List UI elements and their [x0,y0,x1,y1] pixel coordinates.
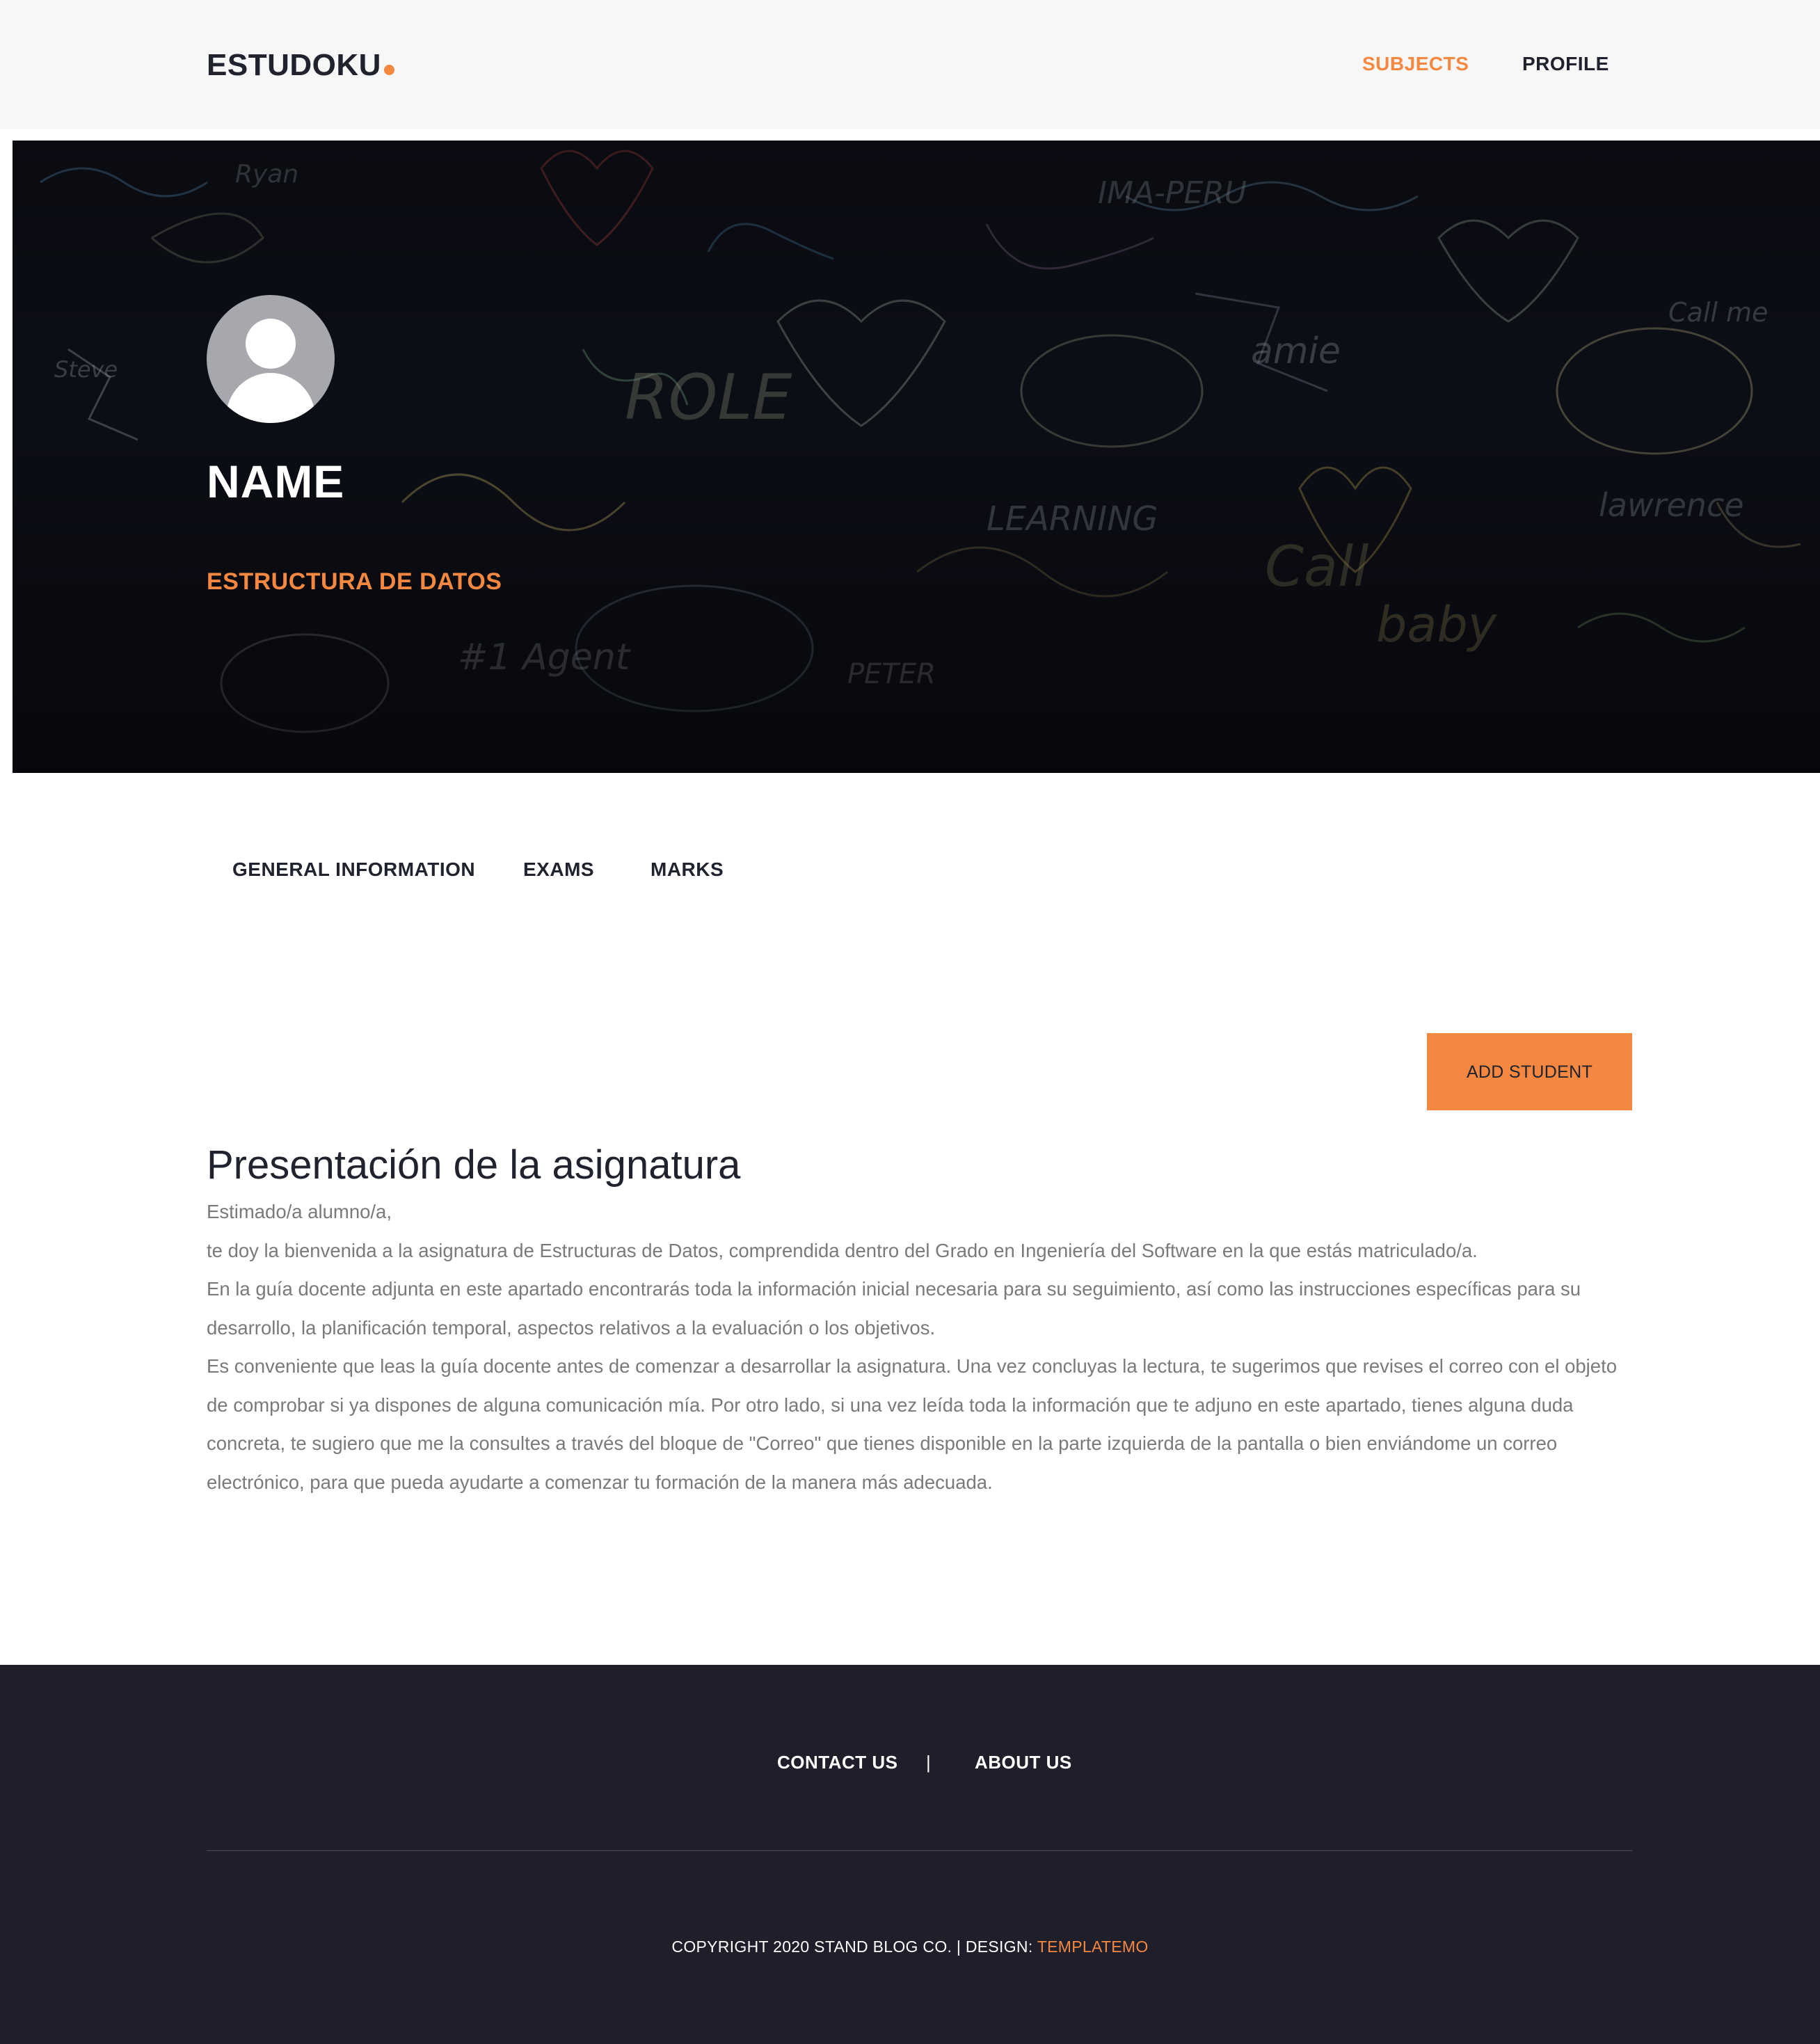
add-student-button[interactable]: ADD STUDENT [1427,1033,1632,1110]
subject-title: ESTRUCTURA DE DATOS [207,568,502,595]
site-footer: CONTACT US | ABOUT US COPYRIGHT 2020 STA… [0,1665,1820,2044]
site-logo[interactable]: ESTUDOKU [207,45,394,86]
footer-contact-link[interactable]: CONTACT US [777,1748,898,1776]
footer-divider [207,1850,1632,1851]
content-title: Presentación de la asignatura [207,1142,741,1188]
copyright-text: COPYRIGHT 2020 STAND BLOG CO. | DESIGN: … [0,1934,1820,1959]
content-paragraph-line: desarrollo, la planificación temporal, a… [207,1316,936,1339]
footer-links: CONTACT US | ABOUT US [0,1748,1820,1776]
tab-general-information[interactable]: GENERAL INFORMATION [232,856,475,884]
site-header: ESTUDOKU SUBJECTS PROFILE [0,0,1820,129]
content-paragraph-line: de comprobar si ya dispones de alguna co… [207,1394,1574,1416]
tab-exams[interactable]: EXAMS [523,856,594,884]
logo-dot [383,65,394,75]
content-paragraph-line: te doy la bienvenida a la asignatura de … [207,1239,1478,1261]
content-paragraph-line: concreta, te sugiero que me la consultes… [207,1432,1558,1454]
avatar-body [226,373,315,423]
nav-subjects-link[interactable]: SUBJECTS [1362,50,1469,78]
avatar-head [246,319,296,369]
student-name: NAME [207,456,345,507]
footer-separator: | [926,1752,932,1773]
copyright-label: COPYRIGHT 2020 STAND BLOG CO. | DESIGN: [671,1938,1037,1956]
content-paragraph-line: electrónico, para que pueda ayudarte a c… [207,1471,993,1493]
nav-profile-link[interactable]: PROFILE [1522,50,1609,78]
hero-banner: Ryan ROLE LEARNING IMA-PERU amie lawrenc… [13,141,1820,773]
templatemo-link[interactable]: TEMPLATEMO [1037,1938,1149,1956]
content-paragraph-line: Es conveniente que leas la guía docente … [207,1355,1617,1377]
tab-marks[interactable]: MARKS [650,856,724,884]
content-paragraph-line: En la guía docente adjunta en este apart… [207,1278,1581,1300]
footer-about-link[interactable]: ABOUT US [975,1748,1072,1776]
content-body: Estimado/a alumno/a, te doy la bienvenid… [207,1192,1640,1501]
user-avatar-icon [207,295,335,423]
logo-text: ESTUDOKU [207,48,381,82]
content-paragraph-line: Estimado/a alumno/a, [207,1201,392,1222]
